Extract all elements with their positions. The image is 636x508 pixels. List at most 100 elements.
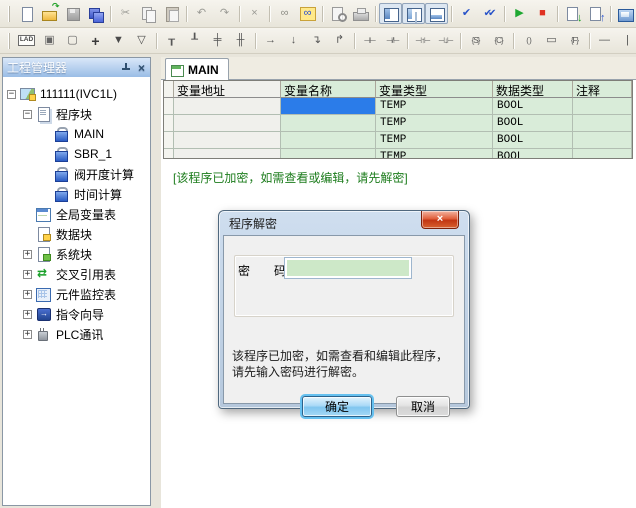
cell-var-address[interactable]	[174, 98, 281, 115]
undo-button[interactable]: ↶	[190, 3, 213, 24]
save-all-button[interactable]	[84, 3, 107, 24]
arrow-branch-up-button[interactable]: ↱	[328, 30, 351, 51]
tree-expander-icon[interactable]: −	[7, 90, 16, 99]
toggle-project-panel-button[interactable]	[379, 3, 402, 24]
program-blocks-tree-item[interactable]: − 程序块	[3, 104, 150, 124]
function-f-button[interactable]: {F}	[563, 30, 586, 51]
tree-expander-icon[interactable]: +	[23, 270, 32, 279]
run-button[interactable]: ▶	[508, 3, 531, 24]
contact-falling-button[interactable]: ⊣↓⊢	[434, 30, 457, 51]
arrow-down-button[interactable]: ↓	[282, 30, 305, 51]
insert-down-filled-button[interactable]: ▼	[107, 30, 130, 51]
contact-nc-button[interactable]: ⊣/⊢	[381, 30, 404, 51]
plain-box-button[interactable]: ▢	[61, 30, 84, 51]
tree-expander-icon[interactable]: +	[23, 290, 32, 299]
row-gutter-cell[interactable]	[164, 98, 174, 115]
dialog-close-button[interactable]: ×	[421, 211, 459, 229]
bordered-box-button[interactable]: ▣	[38, 30, 61, 51]
cell-comment[interactable]	[573, 115, 632, 132]
header-var-type[interactable]: 变量类型	[376, 81, 493, 98]
cell-var-address[interactable]	[174, 115, 281, 132]
tree-expander-icon[interactable]: −	[23, 110, 32, 119]
system-block-tree-item[interactable]: + 系统块	[3, 244, 150, 264]
cancel-button[interactable]: 取消	[396, 396, 450, 417]
copy-button[interactable]	[137, 3, 160, 24]
tree-expander-icon[interactable]	[41, 170, 50, 179]
toggle-output-panel-button[interactable]	[425, 3, 448, 24]
cell-comment[interactable]	[573, 149, 632, 159]
new-file-button[interactable]	[15, 3, 38, 24]
pin-icon[interactable]	[120, 62, 131, 73]
tree-expander-icon[interactable]	[23, 230, 32, 239]
output-coil-button[interactable]: ( )	[517, 30, 540, 51]
draw-vline-button[interactable]: |	[616, 30, 636, 51]
insert-cross-button[interactable]: +	[84, 30, 107, 51]
delete-vline-button[interactable]: ╫	[229, 30, 252, 51]
sbr1-program-tree-item[interactable]: SBR_1	[3, 144, 150, 164]
lad-view-button[interactable]: LAD	[15, 30, 38, 51]
arrow-branch-down-button[interactable]: ↴	[305, 30, 328, 51]
save-button[interactable]	[61, 3, 84, 24]
stop-button[interactable]: ■	[531, 3, 554, 24]
arrow-right-button[interactable]: →	[259, 30, 282, 51]
cell-var-address[interactable]	[174, 149, 281, 159]
project-root-tree-item[interactable]: − 111111(IVC1L)	[3, 84, 150, 104]
cell-var-type[interactable]: TEMP	[376, 115, 493, 132]
upload-button[interactable]	[584, 3, 607, 24]
header-data-type[interactable]: 数据类型	[493, 81, 573, 98]
header-var-address[interactable]: 变量地址	[174, 81, 281, 98]
cell-var-type[interactable]: TEMP	[376, 98, 493, 115]
header-var-name[interactable]: 变量名称	[281, 81, 376, 98]
insert-down-hollow-button[interactable]: ▽	[130, 30, 153, 51]
cell-var-name[interactable]	[281, 132, 376, 149]
password-input[interactable]	[284, 257, 412, 279]
data-block-tree-item[interactable]: 数据块	[3, 224, 150, 244]
download-button[interactable]	[561, 3, 584, 24]
ok-button[interactable]: 确定	[302, 396, 372, 417]
cell-data-type[interactable]: BOOL	[493, 115, 573, 132]
cell-var-name[interactable]	[281, 149, 376, 159]
append-network-button[interactable]: ┸	[183, 30, 206, 51]
reset-coil-button[interactable]: {C}	[487, 30, 510, 51]
set-coil-button[interactable]: {S}	[464, 30, 487, 51]
tab-main[interactable]: MAIN	[165, 58, 229, 80]
print-preview-button[interactable]	[326, 3, 349, 24]
cross-ref-table-tree-item[interactable]: + 交叉引用表	[3, 264, 150, 284]
global-var-table-tree-item[interactable]: 全局变量表	[3, 204, 150, 224]
insert-vline-button[interactable]: ╪	[206, 30, 229, 51]
tree-expander-icon[interactable]	[41, 190, 50, 199]
tree-expander-icon[interactable]	[41, 130, 50, 139]
cell-var-name[interactable]	[281, 98, 376, 115]
contact-rising-button[interactable]: ⊣↑⊢	[411, 30, 434, 51]
element-monitor-table-tree-item[interactable]: + 元件监控表	[3, 284, 150, 304]
function-box-button[interactable]: ▭	[540, 30, 563, 51]
header-comment[interactable]: 注释	[573, 81, 632, 98]
toggle-info-panel-button[interactable]	[402, 3, 425, 24]
cell-var-address[interactable]	[174, 132, 281, 149]
cell-comment[interactable]	[573, 132, 632, 149]
tree-expander-icon[interactable]: +	[23, 310, 32, 319]
panel-close-icon[interactable]: ×	[137, 62, 146, 74]
row-gutter-cell[interactable]	[164, 132, 174, 149]
find-button[interactable]: ∞	[273, 3, 296, 24]
draw-hline-button[interactable]: —	[593, 30, 616, 51]
contact-no-button[interactable]: ⊣⊢	[358, 30, 381, 51]
plc-comm-tree-item[interactable]: + PLC通讯	[3, 324, 150, 344]
cell-data-type[interactable]: BOOL	[493, 132, 573, 149]
paste-button[interactable]	[160, 3, 183, 24]
tree-expander-icon[interactable]	[41, 150, 50, 159]
cell-data-type[interactable]: BOOL	[493, 98, 573, 115]
insert-network-button[interactable]: ┰	[160, 30, 183, 51]
compile-all-button[interactable]: ✔✔	[478, 3, 501, 24]
row-gutter-cell[interactable]	[164, 115, 174, 132]
cell-var-type[interactable]: TEMP	[376, 132, 493, 149]
main-program-tree-item[interactable]: MAIN	[3, 124, 150, 144]
tree-expander-icon[interactable]	[23, 210, 32, 219]
monitor-button[interactable]	[614, 3, 636, 24]
tree-expander-icon[interactable]: +	[23, 330, 32, 339]
time-calc-program-tree-item[interactable]: 时间计算	[3, 184, 150, 204]
redo-button[interactable]: ↷	[213, 3, 236, 24]
cell-var-type[interactable]: TEMP	[376, 149, 493, 159]
cell-data-type[interactable]: BOOL	[493, 149, 573, 159]
row-gutter-cell[interactable]	[164, 149, 174, 159]
